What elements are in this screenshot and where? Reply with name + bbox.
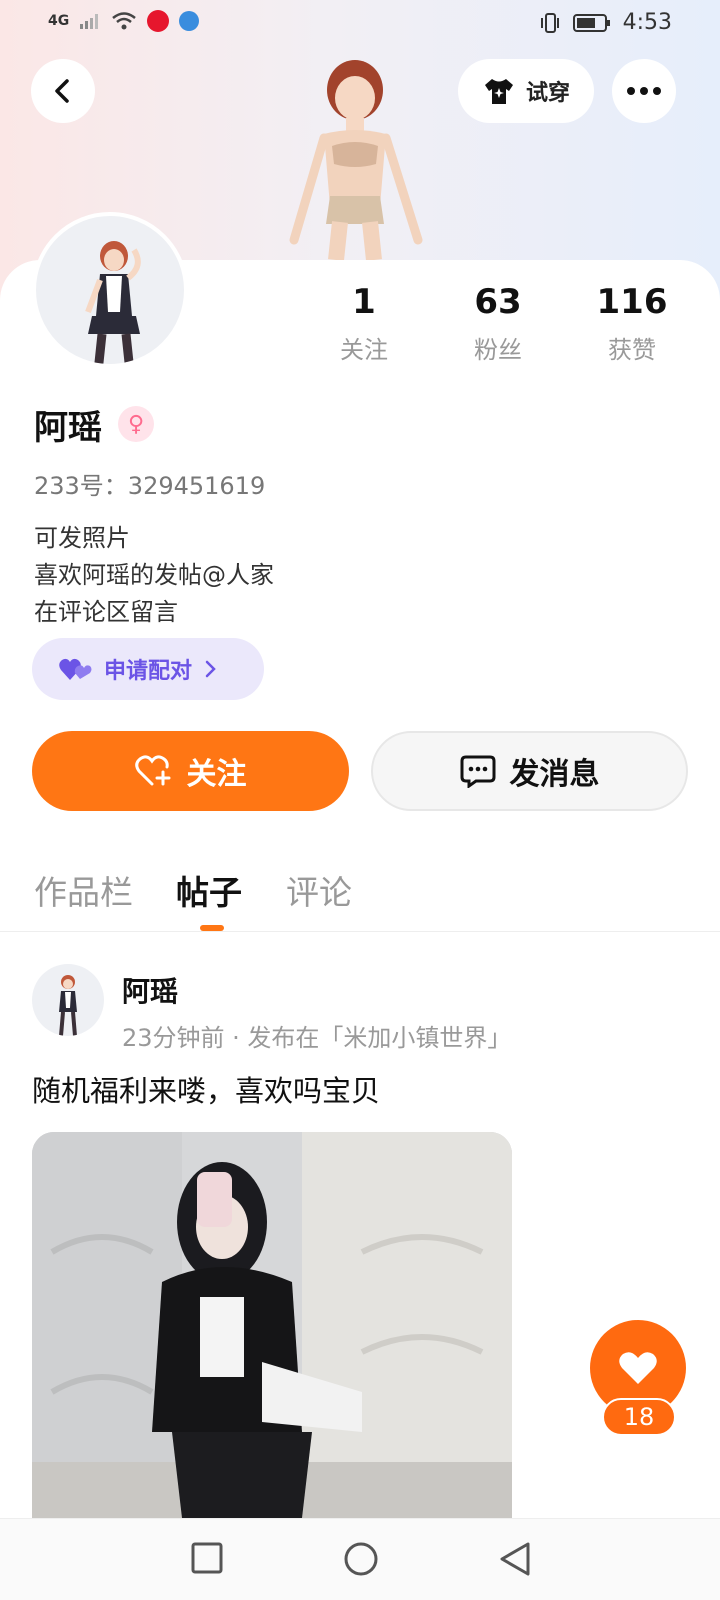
bio-line: 喜欢阿瑶的发帖@人家	[34, 561, 274, 589]
follow-button[interactable]: 关注	[32, 731, 349, 811]
chat-bubble-icon	[460, 755, 495, 788]
tab-comments[interactable]: 评论	[286, 866, 352, 914]
back-nav-icon[interactable]	[498, 1541, 532, 1577]
heart-plus-icon	[134, 755, 170, 786]
user-id: 233号：329451619	[34, 472, 266, 500]
like-count: 18	[602, 1398, 676, 1436]
back-button[interactable]	[31, 59, 95, 123]
request-pairing-button[interactable]: 申请配对	[32, 638, 264, 700]
chevron-right-icon	[205, 660, 216, 678]
tab-posts[interactable]: 帖子	[176, 866, 242, 914]
divider	[0, 931, 720, 932]
battery-icon	[572, 13, 610, 32]
post-author-avatar[interactable]	[32, 964, 104, 1036]
try-on-button[interactable]: 试穿	[458, 59, 595, 123]
system-navigation-bar	[0, 1518, 720, 1600]
signal-icon	[80, 14, 99, 29]
stat-value: 63	[474, 282, 522, 322]
message-label: 发消息	[509, 757, 600, 792]
heart-icon	[619, 1352, 657, 1384]
maid-avatar-figure	[59, 975, 77, 1036]
post-meta: 23分钟前 · 发布在「米加小镇世界」	[122, 1024, 512, 1052]
home-icon[interactable]	[343, 1541, 379, 1577]
weibo-icon	[147, 10, 170, 32]
pair-label: 申请配对	[104, 659, 193, 684]
network-label: 4G	[48, 13, 70, 29]
more-dots-icon	[627, 87, 661, 95]
more-options-button[interactable]	[612, 59, 676, 123]
stat-label: 获赞	[608, 336, 656, 364]
stat-value: 116	[596, 282, 668, 322]
double-heart-icon	[59, 658, 92, 680]
stat-label: 关注	[340, 336, 388, 364]
recent-apps-icon[interactable]	[190, 1541, 224, 1575]
post-text: 随机福利来喽，喜欢吗宝贝	[32, 1074, 381, 1108]
stat-fans[interactable]: 63 粉丝	[438, 282, 558, 365]
stat-likes[interactable]: 116 获赞	[572, 282, 692, 365]
female-icon: ♀	[118, 406, 154, 442]
post-photo[interactable]	[32, 1132, 512, 1518]
wifi-icon	[112, 12, 137, 30]
avatar-3d-figure	[289, 60, 423, 260]
bio-line: 可发照片	[34, 524, 130, 552]
profile-avatar[interactable]	[32, 212, 188, 368]
stat-following[interactable]: 1 关注	[304, 282, 424, 365]
stat-value: 1	[352, 282, 376, 322]
profile-name: 阿瑶	[34, 408, 102, 448]
vibrate-icon	[540, 12, 559, 33]
chevron-left-icon	[55, 79, 69, 103]
send-message-button[interactable]: 发消息	[371, 731, 688, 811]
tshirt-icon	[485, 79, 513, 104]
clock: 4:53	[622, 10, 672, 35]
post-author-name[interactable]: 阿瑶	[122, 970, 178, 1010]
status-bar: 4G 4:53	[0, 0, 720, 48]
try-on-label: 试穿	[526, 81, 571, 106]
stat-label: 粉丝	[474, 336, 522, 364]
follow-label: 关注	[186, 757, 247, 792]
browser-icon	[179, 11, 200, 31]
bio-line: 在评论区留言	[34, 598, 178, 626]
photo-content	[32, 1132, 512, 1518]
tab-works[interactable]: 作品栏	[34, 866, 133, 914]
